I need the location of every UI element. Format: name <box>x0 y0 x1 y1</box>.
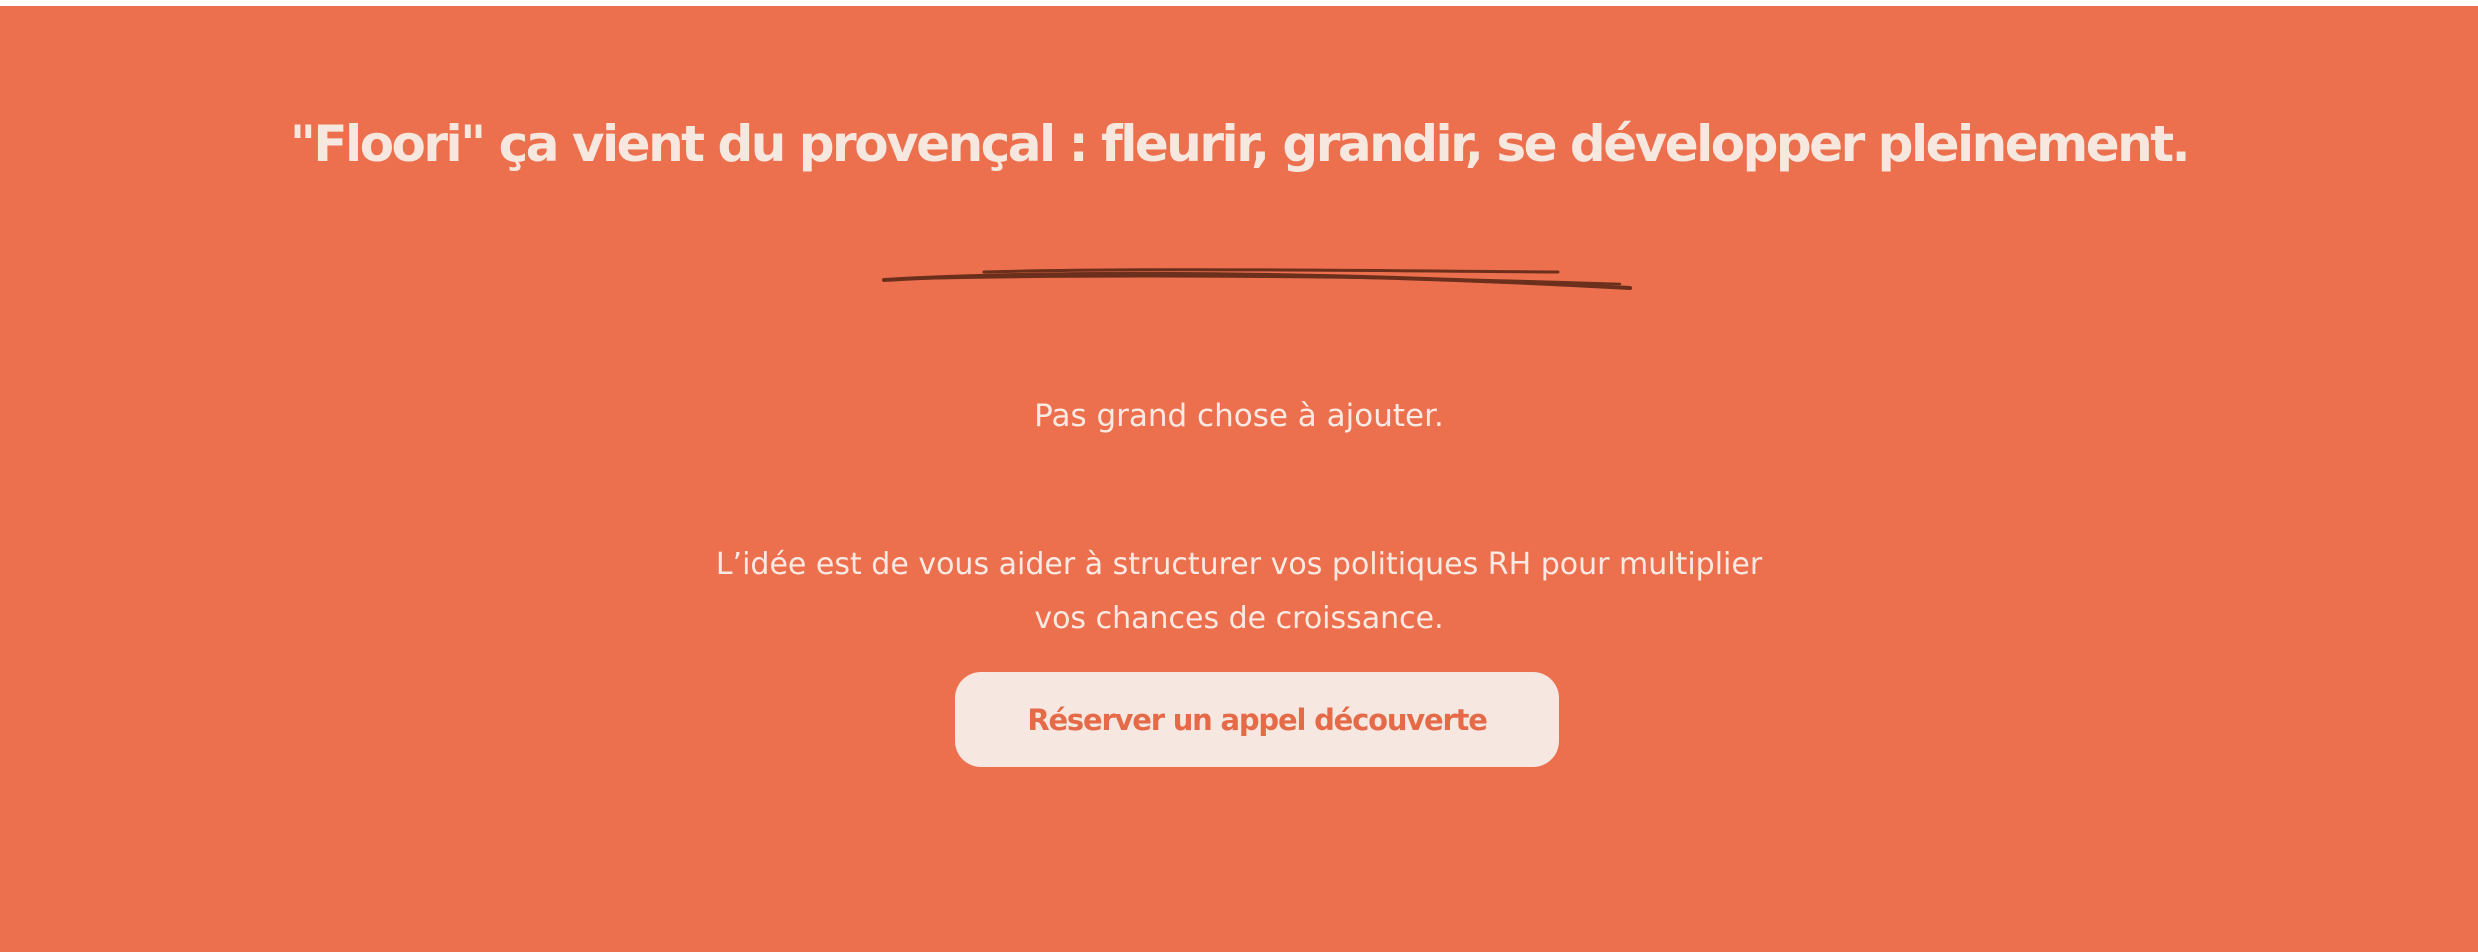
hero-body-text: L’idée est de vous aider à structurer vo… <box>715 547 1763 636</box>
hero-headline: "Floori" ça vient du provençal : fleurir… <box>289 115 2191 173</box>
scribble-underline-icon <box>882 268 1632 290</box>
book-discovery-call-button[interactable]: Réserver un appel découverte <box>955 672 1559 767</box>
hero-lead-text: Pas grand chose à ajouter. <box>1034 398 1444 434</box>
